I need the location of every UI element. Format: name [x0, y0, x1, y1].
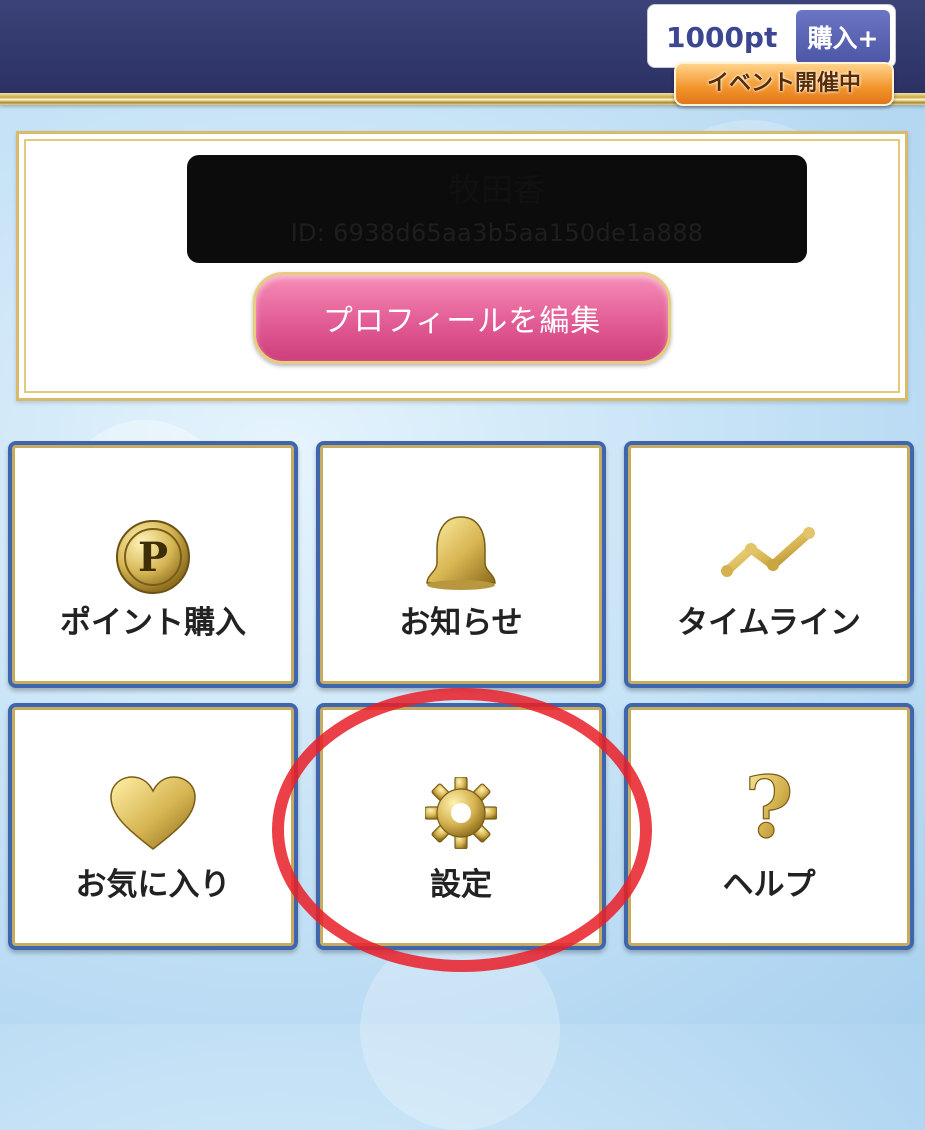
menu-label: ポイント購入: [60, 605, 246, 641]
points-box: 1000pt 購入+: [647, 4, 896, 68]
event-badge[interactable]: イベント開催中: [674, 62, 894, 106]
profile-id: ID: 6938d65aa3b5aa150de1a888: [290, 219, 704, 247]
heart-icon: [110, 776, 196, 850]
profile-name: 牧田香: [448, 171, 545, 209]
bell-icon: [426, 516, 496, 590]
menu-tile-help[interactable]: ? ヘルプ: [624, 703, 914, 950]
menu-tile-notifications[interactable]: お知らせ: [316, 441, 606, 688]
background-bokeh: [360, 930, 560, 1130]
menu-label: お知らせ: [399, 605, 523, 641]
p-coin-icon: P: [116, 520, 190, 594]
menu-tile-point-purchase[interactable]: P ポイント購入: [8, 441, 298, 688]
menu-label: お気に入り: [75, 867, 231, 903]
menu-tile-favorites[interactable]: お気に入り: [8, 703, 298, 950]
menu-label: ヘルプ: [722, 867, 816, 903]
edit-profile-button[interactable]: プロフィールを編集: [253, 272, 671, 364]
gear-icon: [425, 777, 497, 849]
menu-label: タイムライン: [677, 605, 861, 641]
timeline-icon: [721, 527, 815, 577]
menu-label: 設定: [430, 867, 492, 903]
question-icon: ?: [744, 771, 794, 855]
points-balance: 1000pt: [666, 21, 778, 54]
profile-panel: 牧田香 ID: 6938d65aa3b5aa150de1a888 プロフィールを…: [16, 131, 908, 401]
buy-points-button[interactable]: 購入+: [796, 10, 890, 64]
svg-text:?: ?: [744, 771, 793, 855]
svg-text:P: P: [138, 534, 168, 581]
menu-tile-timeline[interactable]: タイムライン: [624, 441, 914, 688]
menu-tile-settings[interactable]: 設定: [316, 703, 606, 950]
profile-name-box: 牧田香 ID: 6938d65aa3b5aa150de1a888: [187, 155, 807, 263]
